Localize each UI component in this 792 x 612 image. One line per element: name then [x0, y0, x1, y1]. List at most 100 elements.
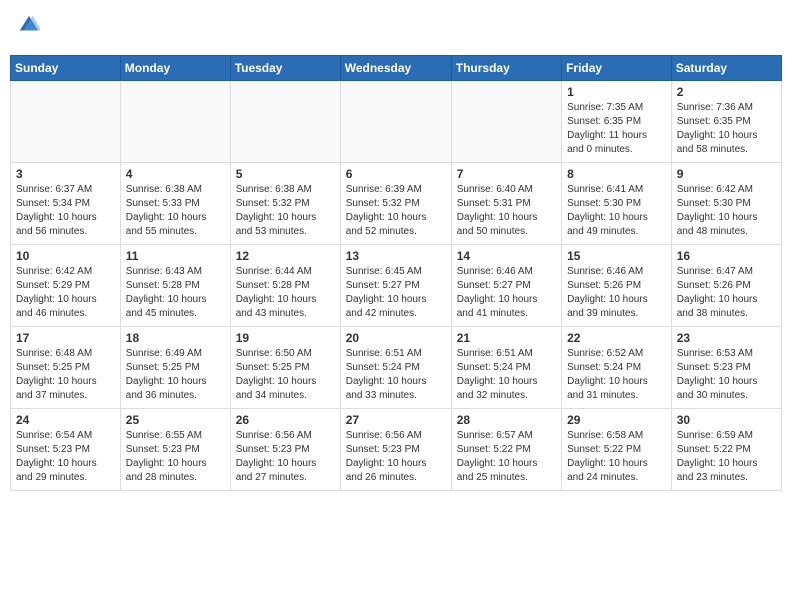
calendar-cell: 29 Sunrise: 6:58 AMSunset: 5:22 PMDayligh…: [562, 409, 672, 491]
calendar-cell: 8 Sunrise: 6:41 AMSunset: 5:30 PMDaylight…: [562, 163, 672, 245]
calendar-cell: 16 Sunrise: 6:47 AMSunset: 5:26 PMDayligh…: [671, 245, 781, 327]
day-number: 4: [126, 167, 225, 181]
calendar-cell: [340, 81, 451, 163]
day-number: 1: [567, 85, 666, 99]
day-info: Sunrise: 6:37 AMSunset: 5:34 PMDaylight:…: [16, 183, 115, 239]
day-number: 23: [677, 331, 776, 345]
day-number: 16: [677, 249, 776, 263]
day-info: Sunrise: 7:36 AMSunset: 6:35 PMDaylight:…: [677, 101, 776, 157]
weekday-header-saturday: Saturday: [671, 56, 781, 81]
day-number: 24: [16, 413, 115, 427]
page-header: [10, 10, 782, 47]
day-number: 19: [236, 331, 335, 345]
day-number: 29: [567, 413, 666, 427]
weekday-header-sunday: Sunday: [11, 56, 121, 81]
weekday-header-row: SundayMondayTuesdayWednesdayThursdayFrid…: [11, 56, 782, 81]
calendar-cell: 11Sunrise: 6:43 AMSunset: 5:28 PMDayligh…: [120, 245, 230, 327]
logo-icon: [18, 14, 40, 36]
weekday-header-tuesday: Tuesday: [230, 56, 340, 81]
day-info: Sunrise: 6:49 AMSunset: 5:25 PMDaylight:…: [126, 347, 225, 403]
day-info: Sunrise: 6:41 AMSunset: 5:30 PMDaylight:…: [567, 183, 666, 239]
calendar-cell: 19 Sunrise: 6:50 AMSunset: 5:25 PMDayligh…: [230, 327, 340, 409]
calendar-cell: 20 Sunrise: 6:51 AMSunset: 5:24 PMDayligh…: [340, 327, 451, 409]
day-info: Sunrise: 6:38 AMSunset: 5:32 PMDaylight:…: [236, 183, 335, 239]
calendar-cell: [230, 81, 340, 163]
day-number: 21: [457, 331, 556, 345]
day-info: Sunrise: 6:45 AMSunset: 5:27 PMDaylight:…: [346, 265, 446, 321]
calendar-week-row: 10Sunrise: 6:42 AMSunset: 5:29 PMDayligh…: [11, 245, 782, 327]
day-number: 12: [236, 249, 335, 263]
day-info: Sunrise: 6:44 AMSunset: 5:28 PMDaylight:…: [236, 265, 335, 321]
calendar-cell: 9 Sunrise: 6:42 AMSunset: 5:30 PMDaylight…: [671, 163, 781, 245]
calendar-cell: 22 Sunrise: 6:52 AMSunset: 5:24 PMDayligh…: [562, 327, 672, 409]
day-info: Sunrise: 6:50 AMSunset: 5:25 PMDaylight:…: [236, 347, 335, 403]
calendar-week-row: 17Sunrise: 6:48 AMSunset: 5:25 PMDayligh…: [11, 327, 782, 409]
calendar-cell: 23 Sunrise: 6:53 AMSunset: 5:23 PMDayligh…: [671, 327, 781, 409]
calendar-cell: 24 Sunrise: 6:54 AMSunset: 5:23 PMDayligh…: [11, 409, 121, 491]
day-info: Sunrise: 6:52 AMSunset: 5:24 PMDaylight:…: [567, 347, 666, 403]
calendar-cell: 7Sunrise: 6:40 AMSunset: 5:31 PMDaylight…: [451, 163, 561, 245]
calendar-table: SundayMondayTuesdayWednesdayThursdayFrid…: [10, 55, 782, 491]
calendar-week-row: 3Sunrise: 6:37 AMSunset: 5:34 PMDaylight…: [11, 163, 782, 245]
weekday-header-thursday: Thursday: [451, 56, 561, 81]
day-info: Sunrise: 6:51 AMSunset: 5:24 PMDaylight:…: [346, 347, 446, 403]
day-number: 18: [126, 331, 225, 345]
weekday-header-monday: Monday: [120, 56, 230, 81]
day-info: Sunrise: 6:47 AMSunset: 5:26 PMDaylight:…: [677, 265, 776, 321]
day-info: Sunrise: 6:39 AMSunset: 5:32 PMDaylight:…: [346, 183, 446, 239]
day-number: 9: [677, 167, 776, 181]
calendar-week-row: 24 Sunrise: 6:54 AMSunset: 5:23 PMDayligh…: [11, 409, 782, 491]
day-number: 10: [16, 249, 115, 263]
day-info: Sunrise: 6:57 AMSunset: 5:22 PMDaylight:…: [457, 429, 556, 485]
calendar-cell: 18 Sunrise: 6:49 AMSunset: 5:25 PMDayligh…: [120, 327, 230, 409]
calendar-week-row: 1 Sunrise: 7:35 AMSunset: 6:35 PMDaylight…: [11, 81, 782, 163]
day-number: 15: [567, 249, 666, 263]
day-number: 20: [346, 331, 446, 345]
calendar-cell: 26 Sunrise: 6:56 AMSunset: 5:23 PMDayligh…: [230, 409, 340, 491]
logo: [18, 14, 40, 43]
calendar-cell: [451, 81, 561, 163]
day-number: 30: [677, 413, 776, 427]
day-number: 22: [567, 331, 666, 345]
calendar-cell: 25 Sunrise: 6:55 AMSunset: 5:23 PMDayligh…: [120, 409, 230, 491]
day-number: 8: [567, 167, 666, 181]
day-info: Sunrise: 6:55 AMSunset: 5:23 PMDaylight:…: [126, 429, 225, 485]
calendar-cell: 17Sunrise: 6:48 AMSunset: 5:25 PMDayligh…: [11, 327, 121, 409]
day-number: 13: [346, 249, 446, 263]
day-info: Sunrise: 6:54 AMSunset: 5:23 PMDaylight:…: [16, 429, 115, 485]
calendar-cell: 12 Sunrise: 6:44 AMSunset: 5:28 PMDayligh…: [230, 245, 340, 327]
weekday-header-wednesday: Wednesday: [340, 56, 451, 81]
day-info: Sunrise: 6:53 AMSunset: 5:23 PMDaylight:…: [677, 347, 776, 403]
calendar-cell: 6 Sunrise: 6:39 AMSunset: 5:32 PMDaylight…: [340, 163, 451, 245]
day-info: Sunrise: 6:59 AMSunset: 5:22 PMDaylight:…: [677, 429, 776, 485]
day-number: 11: [126, 249, 225, 263]
day-number: 7: [457, 167, 556, 181]
day-info: Sunrise: 6:46 AMSunset: 5:26 PMDaylight:…: [567, 265, 666, 321]
day-info: Sunrise: 6:42 AMSunset: 5:30 PMDaylight:…: [677, 183, 776, 239]
day-info: Sunrise: 6:56 AMSunset: 5:23 PMDaylight:…: [346, 429, 446, 485]
calendar-cell: 14 Sunrise: 6:46 AMSunset: 5:27 PMDayligh…: [451, 245, 561, 327]
day-info: Sunrise: 7:35 AMSunset: 6:35 PMDaylight:…: [567, 101, 666, 157]
day-number: 25: [126, 413, 225, 427]
day-number: 28: [457, 413, 556, 427]
calendar-cell: 2 Sunrise: 7:36 AMSunset: 6:35 PMDaylight…: [671, 81, 781, 163]
day-info: Sunrise: 6:48 AMSunset: 5:25 PMDaylight:…: [16, 347, 115, 403]
day-info: Sunrise: 6:46 AMSunset: 5:27 PMDaylight:…: [457, 265, 556, 321]
calendar-cell: 27Sunrise: 6:56 AMSunset: 5:23 PMDayligh…: [340, 409, 451, 491]
calendar-cell: 15 Sunrise: 6:46 AMSunset: 5:26 PMDayligh…: [562, 245, 672, 327]
day-info: Sunrise: 6:58 AMSunset: 5:22 PMDaylight:…: [567, 429, 666, 485]
day-number: 2: [677, 85, 776, 99]
calendar-cell: 30 Sunrise: 6:59 AMSunset: 5:22 PMDayligh…: [671, 409, 781, 491]
day-info: Sunrise: 6:51 AMSunset: 5:24 PMDaylight:…: [457, 347, 556, 403]
day-number: 6: [346, 167, 446, 181]
day-info: Sunrise: 6:56 AMSunset: 5:23 PMDaylight:…: [236, 429, 335, 485]
calendar-cell: [120, 81, 230, 163]
day-number: 5: [236, 167, 335, 181]
calendar-cell: 5 Sunrise: 6:38 AMSunset: 5:32 PMDaylight…: [230, 163, 340, 245]
calendar-cell: 10Sunrise: 6:42 AMSunset: 5:29 PMDayligh…: [11, 245, 121, 327]
day-info: Sunrise: 6:38 AMSunset: 5:33 PMDaylight:…: [126, 183, 225, 239]
day-number: 26: [236, 413, 335, 427]
day-number: 14: [457, 249, 556, 263]
calendar-cell: 13 Sunrise: 6:45 AMSunset: 5:27 PMDayligh…: [340, 245, 451, 327]
weekday-header-friday: Friday: [562, 56, 672, 81]
